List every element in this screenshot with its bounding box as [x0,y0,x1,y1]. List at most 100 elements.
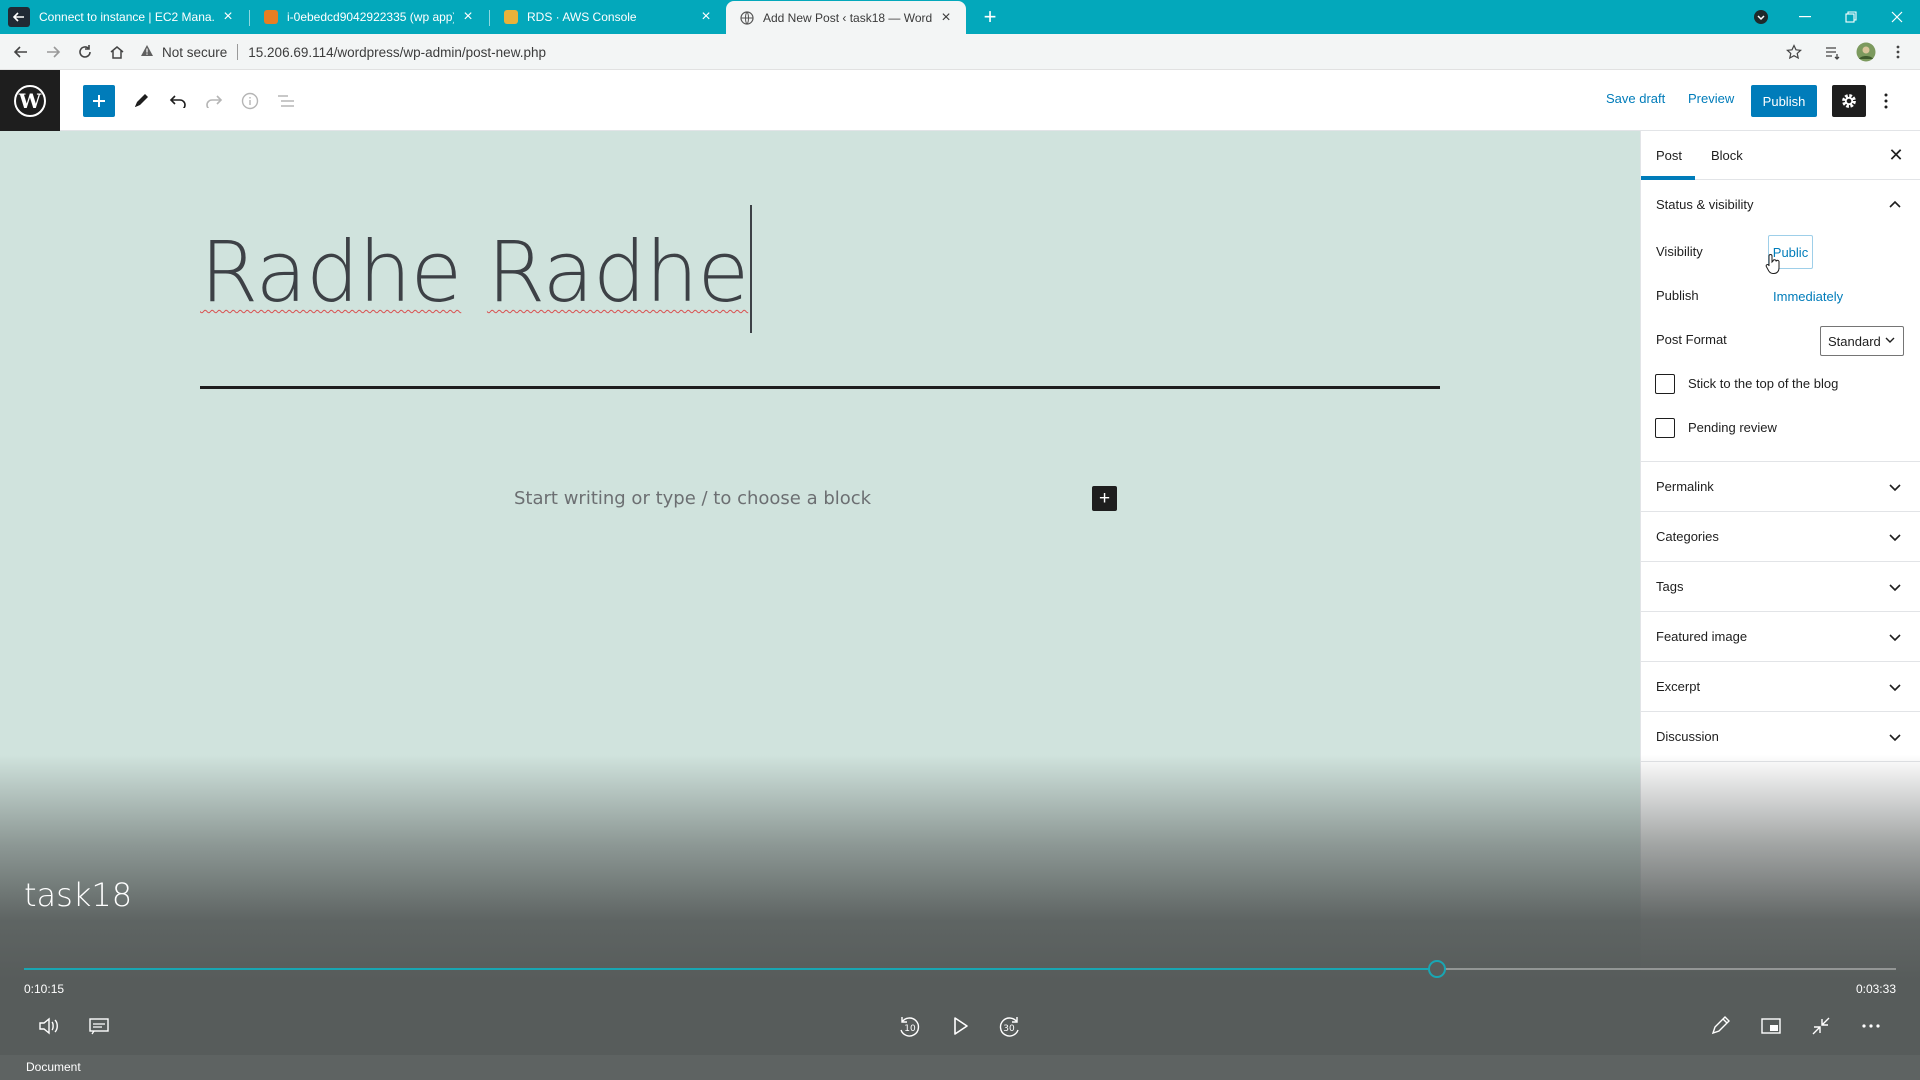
post-title-input[interactable]: Radhe Radhe [200,205,753,333]
text-caret [750,205,753,333]
profile-avatar[interactable] [1852,38,1880,66]
save-draft-button[interactable]: Save draft [1606,91,1665,106]
editor-header: W Save draft Preview Publish [0,70,1920,131]
panel-divider [1641,561,1920,562]
chevron-down-icon[interactable] [1888,680,1902,694]
stick-to-top-label[interactable]: Stick to the top of the blog [1688,376,1838,391]
browser-tab-wordpress[interactable]: Add New Post ‹ task18 — WordP... × [726,1,966,34]
panel-tags[interactable]: Tags [1656,579,1683,594]
wordpress-logo-icon[interactable]: W [0,70,60,131]
panel-permalink[interactable]: Permalink [1656,479,1714,494]
exit-fullscreen-icon[interactable] [1805,1010,1837,1042]
seek-progress [24,968,1437,970]
visibility-label: Visibility [1656,244,1703,259]
reading-list-icon[interactable] [1818,38,1846,66]
restore-icon[interactable] [1828,0,1874,34]
divider [237,44,239,60]
panel-excerpt[interactable]: Excerpt [1656,679,1700,694]
ec2-icon [264,10,278,24]
add-block-inline-icon[interactable]: + [1092,486,1117,511]
title-underline [200,386,1440,389]
publish-button[interactable]: Publish [1751,85,1817,117]
back-arrow-icon [8,7,30,27]
rds-icon [504,10,518,24]
globe-icon [740,10,754,25]
panel-divider [1641,661,1920,662]
preview-button[interactable]: Preview [1688,91,1734,106]
pending-review-label[interactable]: Pending review [1688,420,1777,435]
browser-tab-ec2-connect[interactable]: Connect to instance | EC2 Mana... × [0,0,248,34]
pending-review-checkbox[interactable] [1655,418,1675,438]
panel-categories[interactable]: Categories [1656,529,1719,544]
url-text[interactable]: 15.206.69.114/wordpress/wp-admin/post-ne… [248,45,546,60]
post-format-select[interactable]: Standard [1820,326,1904,356]
settings-gear-icon[interactable] [1832,85,1866,117]
panel-featured-image[interactable]: Featured image [1656,629,1747,644]
close-tab-icon[interactable]: × [460,9,476,25]
chevron-down-icon[interactable] [1888,530,1902,544]
volume-icon[interactable] [32,1010,64,1042]
more-options-icon[interactable] [1870,85,1902,117]
skip-back-label: 10 [904,1024,916,1034]
tab-post[interactable]: Post [1656,148,1682,163]
home-icon[interactable] [103,38,131,66]
details-info-icon[interactable] [234,85,266,117]
chevron-down-icon [1885,337,1895,343]
pen-icon[interactable] [1704,1010,1736,1042]
minimize-icon[interactable] [1782,0,1828,34]
add-block-button[interactable] [83,85,115,117]
close-tab-icon[interactable]: × [220,9,236,25]
captions-icon[interactable] [83,1010,115,1042]
tab-search-icon[interactable] [1738,0,1784,34]
status-bar: Document [0,1055,1920,1080]
close-window-icon[interactable] [1874,0,1920,34]
browser-tab-rds[interactable]: RDS · AWS Console × [490,0,726,34]
redo-icon[interactable] [198,85,230,117]
security-label[interactable]: Not secure [162,45,227,60]
publish-date-link[interactable]: Immediately [1773,289,1843,304]
chevron-down-icon[interactable] [1888,580,1902,594]
chevron-up-icon[interactable] [1888,198,1902,212]
close-tab-icon[interactable]: × [938,9,954,26]
panel-divider [1641,711,1920,712]
new-tab-icon[interactable]: + [976,3,1004,31]
mouse-pointer-icon [1764,253,1782,280]
address-bar[interactable]: Not secure 15.206.69.114/wordpress/wp-ad… [140,37,1780,67]
back-icon[interactable] [7,38,35,66]
panel-divider [1641,511,1920,512]
skip-forward-30-icon[interactable]: 30 [994,1010,1026,1042]
browser-tab-ec2-instance[interactable]: i-0ebedcd9042922335 (wp app) × [250,0,488,34]
panel-status-visibility-title[interactable]: Status & visibility [1656,197,1754,212]
chevron-down-icon[interactable] [1888,730,1902,744]
close-tab-icon[interactable]: × [698,9,714,25]
chevron-down-icon[interactable] [1888,630,1902,644]
remaining-time: 0:03:33 [1855,982,1896,996]
chevron-down-icon[interactable] [1888,480,1902,494]
mini-view-icon[interactable] [1755,1010,1787,1042]
browser-menu-icon[interactable] [1884,38,1912,66]
edit-tools-icon[interactable] [125,85,157,117]
undo-icon[interactable] [162,85,194,117]
forward-icon[interactable] [39,38,67,66]
warning-icon[interactable] [140,44,154,60]
close-sidebar-icon[interactable]: ✕ [1885,144,1907,166]
block-placeholder[interactable]: Start writing or type / to choose a bloc… [514,488,871,509]
stick-to-top-checkbox[interactable] [1655,374,1675,394]
panel-discussion[interactable]: Discussion [1656,729,1719,744]
skip-back-10-icon[interactable]: 10 [893,1010,925,1042]
more-player-options-icon[interactable] [1855,1010,1887,1042]
skip-forward-label: 30 [1003,1024,1015,1034]
active-tab-indicator [1641,176,1695,180]
post-format-label: Post Format [1656,332,1727,347]
play-icon[interactable] [944,1010,976,1042]
seek-bar[interactable] [24,960,1896,978]
sidebar-tabs: Post Block ✕ [1641,131,1920,180]
bookmark-star-icon[interactable] [1780,38,1808,66]
post-title-word: Radhe [486,223,749,321]
tab-block[interactable]: Block [1711,148,1743,163]
post-format-value: Standard [1828,333,1881,349]
block-navigation-icon[interactable] [270,85,302,117]
elapsed-time: 0:10:15 [24,982,65,996]
reload-icon[interactable] [71,38,99,66]
seek-handle[interactable] [1427,960,1446,978]
